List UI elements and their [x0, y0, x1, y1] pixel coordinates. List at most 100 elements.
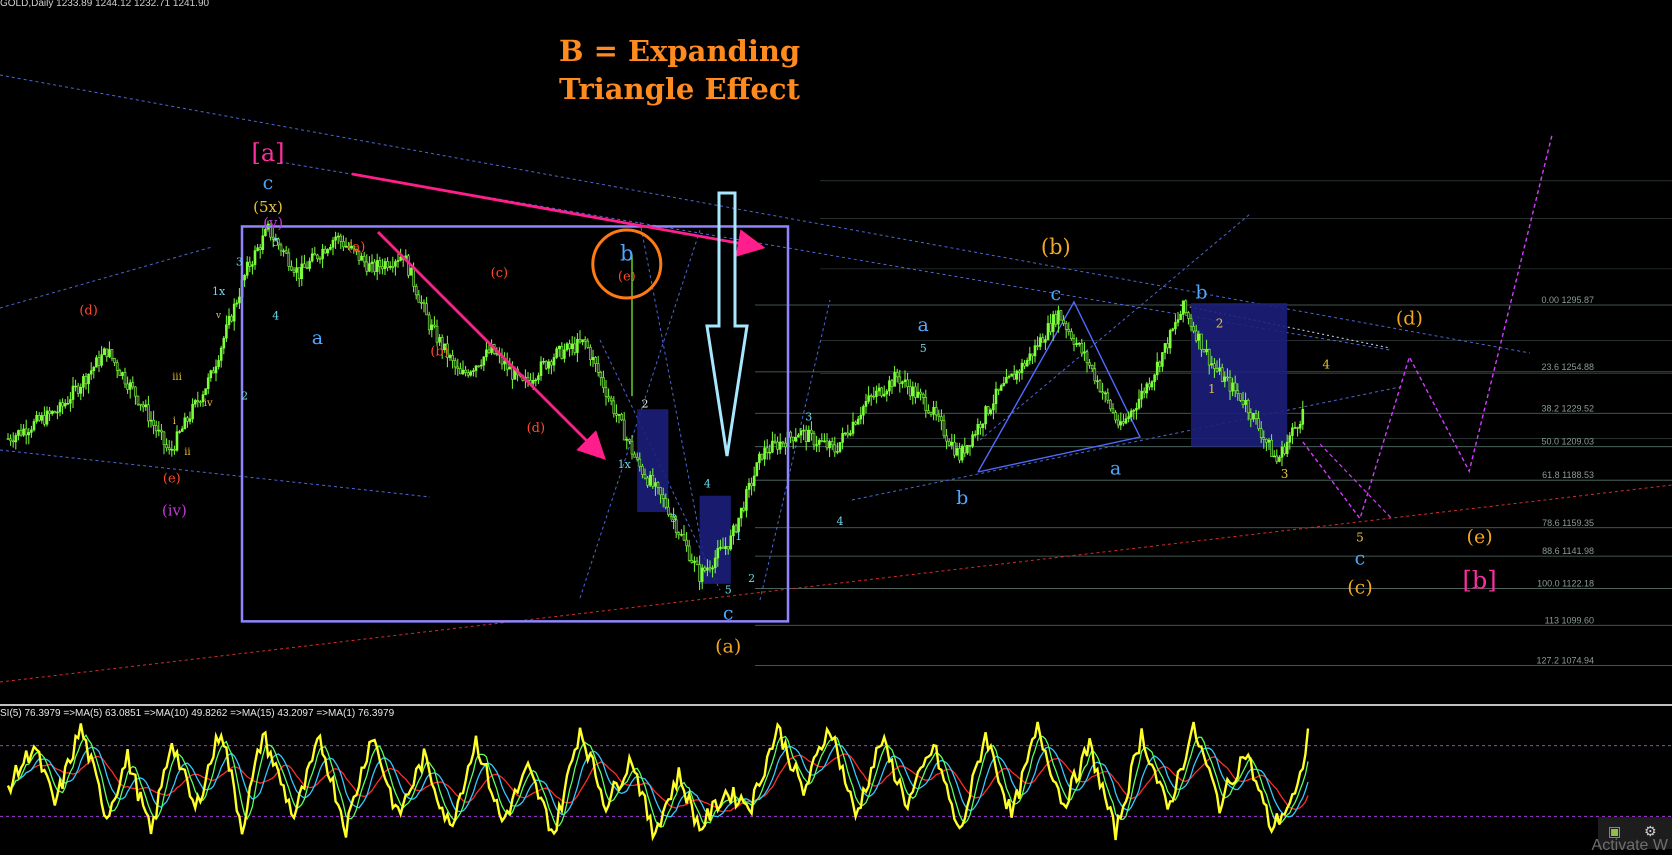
wave-label: c	[1355, 547, 1366, 569]
candle-body	[1181, 300, 1185, 315]
candle-body	[576, 338, 579, 353]
candle-body	[573, 343, 577, 353]
candle-body	[310, 253, 314, 262]
candle-body	[984, 406, 987, 425]
candle-body	[1140, 390, 1143, 400]
candle-body	[479, 364, 483, 367]
wave-label: (e)	[1467, 526, 1493, 548]
candle-body	[97, 357, 101, 366]
candle-body	[1033, 345, 1037, 357]
candle-body	[859, 414, 863, 420]
wave-label: a	[1110, 458, 1121, 480]
candle-body	[323, 248, 327, 254]
candle-body	[1044, 339, 1047, 343]
fib-label: 127.2 1074.94	[1536, 656, 1594, 666]
candle-body	[945, 435, 948, 442]
candle-body	[87, 373, 90, 385]
candle-body	[677, 532, 681, 536]
candle-body	[399, 256, 402, 261]
candle-body	[212, 370, 215, 374]
candle-body	[1197, 333, 1201, 341]
candle-body	[602, 377, 605, 388]
candle-body	[1020, 362, 1024, 373]
candle-body	[534, 379, 538, 382]
candle-body	[927, 410, 930, 414]
candle-body	[651, 475, 655, 487]
candle-body	[58, 402, 62, 413]
candle-body	[292, 269, 296, 273]
candle-body	[815, 444, 818, 446]
candle-body	[102, 348, 106, 355]
candle-body	[1254, 413, 1258, 419]
candle-body	[1150, 381, 1154, 388]
candle-body	[227, 315, 231, 326]
candle-body	[646, 477, 649, 486]
candle-body	[776, 441, 779, 450]
candle-body	[817, 440, 821, 445]
candle-body	[89, 370, 93, 375]
candle-body	[719, 546, 722, 549]
candle-body	[1280, 446, 1284, 458]
candle-body	[726, 546, 730, 550]
candle-body	[1137, 398, 1141, 409]
candle-body	[630, 440, 634, 455]
candle-body	[261, 235, 265, 250]
candle-body	[973, 434, 977, 436]
candle-body	[599, 372, 603, 378]
wave-label: c	[1050, 283, 1061, 305]
candle-body	[433, 324, 436, 327]
candle-body	[1231, 382, 1234, 392]
candle-body	[456, 366, 460, 369]
candle-body	[1015, 370, 1019, 380]
candle-body	[994, 388, 998, 405]
candle-body	[942, 420, 946, 437]
symbol-label: GOLD,Daily	[0, 0, 54, 9]
candle-body	[1239, 393, 1242, 401]
candle-body	[152, 419, 155, 426]
candle-body	[193, 400, 197, 405]
candle-body	[1080, 342, 1084, 354]
candle-body	[1018, 370, 1021, 373]
wave-label: a	[312, 327, 323, 349]
candle-body	[1226, 376, 1229, 379]
candle-body	[856, 418, 860, 425]
candle-body	[256, 247, 259, 251]
candle-body	[968, 444, 972, 447]
candle-body	[414, 285, 418, 296]
candle-body	[612, 400, 616, 414]
candle-body	[451, 355, 454, 361]
candle-body	[849, 433, 852, 436]
candle-body	[284, 250, 288, 254]
candle-body	[1007, 376, 1011, 378]
fib-label: 88.6 1141.98	[1542, 546, 1594, 556]
candle-body	[659, 487, 662, 496]
candle-body	[14, 435, 18, 443]
candle-body	[557, 345, 561, 350]
candle-body	[1298, 423, 1302, 429]
candle-body	[191, 403, 194, 420]
candle-body	[745, 489, 748, 511]
candle-body	[82, 376, 85, 388]
candle-body	[126, 383, 129, 390]
wave-label: i	[173, 416, 176, 427]
candle-body	[812, 432, 816, 446]
candle-body	[386, 261, 389, 268]
candle-body	[1246, 400, 1250, 414]
candle-body	[35, 415, 38, 422]
wave-label: 1x	[212, 285, 226, 298]
candle-body	[48, 410, 51, 414]
candle-body	[1023, 362, 1026, 367]
candle-body	[1012, 373, 1016, 380]
candle-body	[698, 564, 701, 582]
candle-body	[199, 401, 202, 404]
wave-label: (d)	[1396, 307, 1423, 329]
candle-body	[79, 387, 83, 394]
candle-body	[1275, 455, 1279, 462]
candle-body	[607, 396, 610, 399]
wave-label: 4	[1322, 357, 1330, 371]
candle-body	[680, 534, 683, 536]
candle-body	[1267, 439, 1271, 443]
candle-body	[1101, 391, 1104, 394]
candle-body	[118, 369, 122, 376]
wave-label: b	[620, 242, 633, 266]
